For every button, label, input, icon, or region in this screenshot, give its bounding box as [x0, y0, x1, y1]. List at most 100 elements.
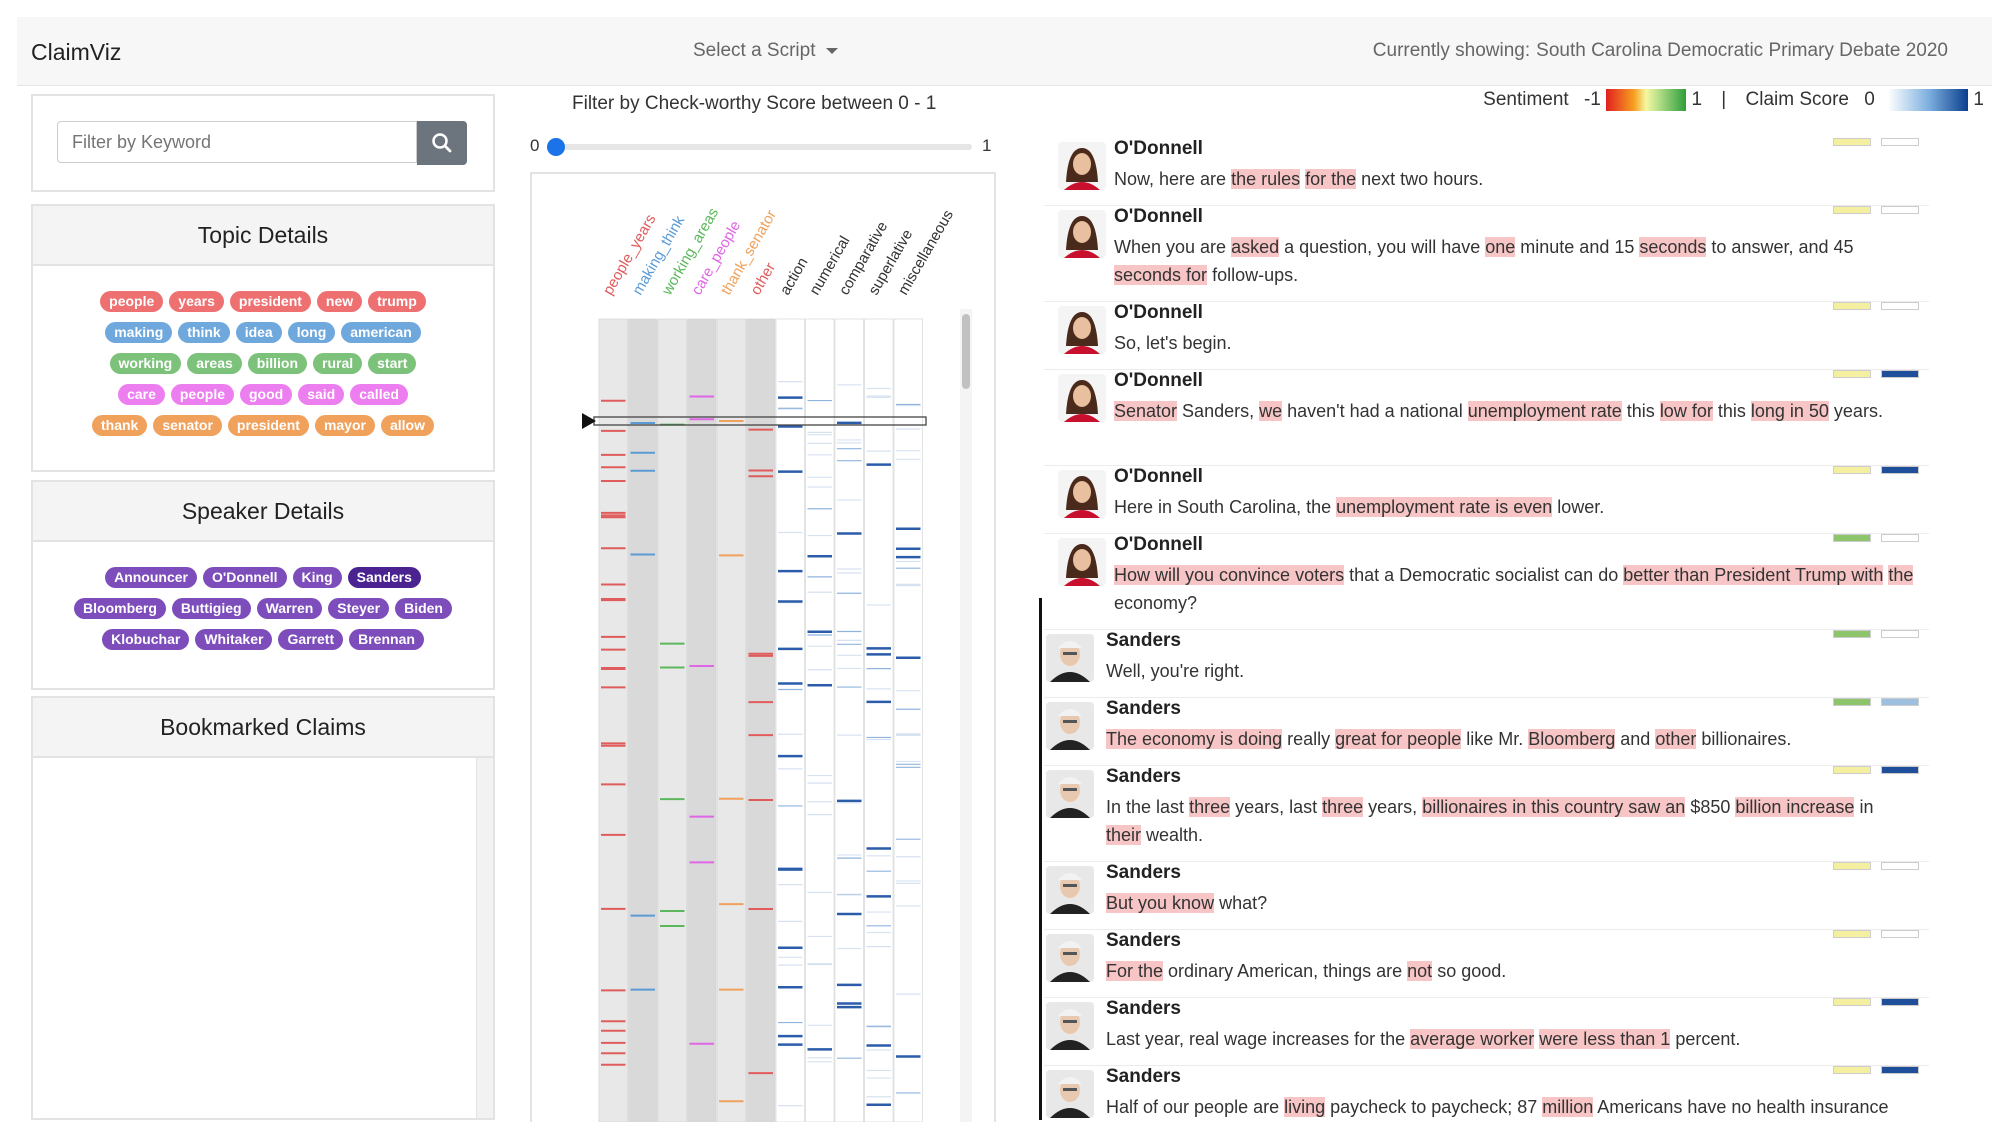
matrix-column — [628, 318, 658, 1122]
topic-tag[interactable]: people — [170, 384, 234, 405]
claim-score-bar — [1881, 302, 1919, 310]
checkworthy-slider[interactable]: 0 1 — [530, 130, 1000, 160]
utterance-text: So, let's begin. — [1114, 333, 1232, 353]
transcript-panel[interactable]: O'Donnell Now, here are the rules for the… — [1032, 138, 1937, 1120]
speaker-tags: Announcer O'Donnell King Sanders Bloomberg Bu… — [33, 542, 493, 653]
topic-tag[interactable]: idea — [235, 322, 282, 343]
transcript-row[interactable]: Sanders The economy is doing really great… — [1044, 698, 1929, 766]
highlighted-phrase: million — [1542, 1097, 1594, 1117]
topic-tag[interactable]: mayor — [314, 415, 375, 436]
topic-tag[interactable]: making — [105, 322, 173, 343]
topic-tag[interactable]: trump — [368, 291, 426, 312]
speaker-tag[interactable]: Warren — [256, 598, 323, 619]
legend-separator: | — [1721, 89, 1727, 110]
topic-tag[interactable]: billion — [247, 353, 307, 374]
score-bars — [1833, 862, 1929, 872]
speaker-tag[interactable]: Sanders — [347, 567, 421, 588]
slider-min-label: 0 — [530, 136, 540, 155]
speaker-tag[interactable]: Buttigieg — [171, 598, 251, 619]
topic-matrix[interactable]: people_yearsmaking_thinkworking_areascar… — [532, 174, 994, 1122]
utterance-text: For the ordinary American, things are no… — [1106, 961, 1507, 981]
transcript-row[interactable]: O'Donnell Senator Sanders, we haven't had… — [1044, 370, 1929, 466]
claim-score-legend-label: Claim Score — [1745, 89, 1849, 110]
score-bars — [1833, 534, 1929, 544]
keyword-search-input[interactable] — [57, 121, 417, 163]
search-button[interactable] — [417, 121, 467, 165]
matrix-column — [716, 318, 746, 1122]
topic-tag[interactable]: american — [341, 322, 421, 343]
score-bars — [1833, 698, 1929, 708]
topic-tag-row: thank senator president mayor allow — [33, 413, 493, 439]
sentiment-bar — [1833, 466, 1871, 474]
transcript-row[interactable]: O'Donnell How will you convince voters th… — [1044, 534, 1929, 630]
transcript-row[interactable]: Sanders But you know what? — [1044, 862, 1929, 930]
highlighted-phrase: were less than 1 — [1539, 1029, 1671, 1049]
script-select-dropdown[interactable]: Select a Script — [693, 40, 838, 62]
speaker-tag[interactable]: Whitaker — [195, 629, 273, 650]
showing-prefix: Currently showing: — [1372, 40, 1531, 61]
highlighted-phrase: unemployment rate is even — [1336, 497, 1553, 517]
speaker-tag[interactable]: King — [292, 567, 342, 588]
speaker-tag[interactable]: Announcer — [105, 567, 197, 588]
topic-tag[interactable]: said — [298, 384, 345, 405]
speaker-tag[interactable]: Biden — [395, 598, 452, 619]
topic-tag[interactable]: allow — [380, 415, 434, 436]
topic-tag[interactable]: people — [100, 291, 164, 312]
transcript-row[interactable]: Sanders Well, you're right. — [1044, 630, 1929, 698]
topic-tag[interactable]: start — [368, 353, 417, 374]
highlighted-phrase: their — [1106, 825, 1142, 845]
sentiment-bar — [1833, 138, 1871, 146]
sentiment-bar — [1833, 302, 1871, 310]
slider-track[interactable] — [552, 144, 972, 150]
speaker-tag[interactable]: Garrett — [278, 629, 344, 650]
claim-score-bar — [1881, 998, 1919, 1006]
highlighted-phrase: three — [1189, 797, 1231, 817]
sanders-avatar — [1046, 934, 1094, 982]
sanders-avatar — [1046, 634, 1094, 682]
currently-showing: Currently showing: South Carolina Democra… — [1367, 40, 1948, 62]
claim-score-bar — [1881, 466, 1919, 474]
app-title[interactable]: ClaimViz — [31, 39, 121, 66]
topic-tag[interactable]: president — [227, 415, 309, 436]
speaker-tag[interactable]: Steyer — [328, 598, 390, 619]
utterance-text: Senator Sanders, we haven't had a nation… — [1114, 401, 1883, 421]
topic-tag[interactable]: rural — [313, 353, 363, 374]
highlighted-phrase: three — [1322, 797, 1364, 817]
topic-tag[interactable]: called — [350, 384, 408, 405]
topic-tag[interactable]: care — [118, 384, 165, 405]
topic-tag-row: working areas billion rural start — [33, 351, 493, 377]
topic-tag[interactable]: years — [169, 291, 224, 312]
transcript-row[interactable]: O'Donnell So, let's begin. — [1044, 302, 1929, 370]
matrix-scroll-thumb — [962, 314, 970, 389]
highlighted-phrase: unemployment rate — [1467, 401, 1622, 421]
sanders-avatar — [1046, 702, 1094, 750]
transcript-row[interactable]: O'Donnell Here in South Carolina, the une… — [1044, 466, 1929, 534]
speaker-name: Sanders — [1106, 998, 1181, 1019]
topic-tag[interactable]: president — [229, 291, 311, 312]
highlighted-phrase: average worker — [1410, 1029, 1535, 1049]
bookmarked-claims-list[interactable] — [476, 758, 493, 1118]
transcript-row[interactable]: Sanders Half of our people are living pay… — [1044, 1066, 1929, 1120]
transcript-row[interactable]: Sanders In the last three years, last thr… — [1044, 766, 1929, 862]
speaker-tag[interactable]: O'Donnell — [202, 567, 287, 588]
speaker-tag[interactable]: Bloomberg — [74, 598, 166, 619]
transcript-row[interactable]: O'Donnell When you are asked a question, … — [1044, 206, 1929, 302]
topic-tag[interactable]: working — [109, 353, 182, 374]
speaker-tag[interactable]: Klobuchar — [102, 629, 190, 650]
topic-tag[interactable]: good — [240, 384, 293, 405]
speaker-tag[interactable]: Brennan — [349, 629, 424, 650]
claim-score-gradient — [1888, 89, 1969, 111]
topic-tag[interactable]: senator — [153, 415, 222, 436]
topic-tag[interactable]: new — [316, 291, 363, 312]
topic-tag[interactable]: areas — [187, 353, 242, 374]
topic-tag[interactable]: think — [178, 322, 230, 343]
transcript-row[interactable]: O'Donnell Now, here are the rules for the… — [1044, 138, 1929, 206]
slider-handle[interactable] — [547, 138, 565, 156]
highlighted-phrase: one — [1485, 237, 1516, 257]
transcript-row[interactable]: Sanders Last year, real wage increases fo… — [1044, 998, 1929, 1066]
sentiment-bar — [1833, 862, 1871, 870]
utterance-text: The economy is doing really great for pe… — [1106, 729, 1792, 749]
topic-tag[interactable]: thank — [92, 415, 148, 436]
transcript-row[interactable]: Sanders For the ordinary American, things… — [1044, 930, 1929, 998]
topic-tag[interactable]: long — [287, 322, 336, 343]
